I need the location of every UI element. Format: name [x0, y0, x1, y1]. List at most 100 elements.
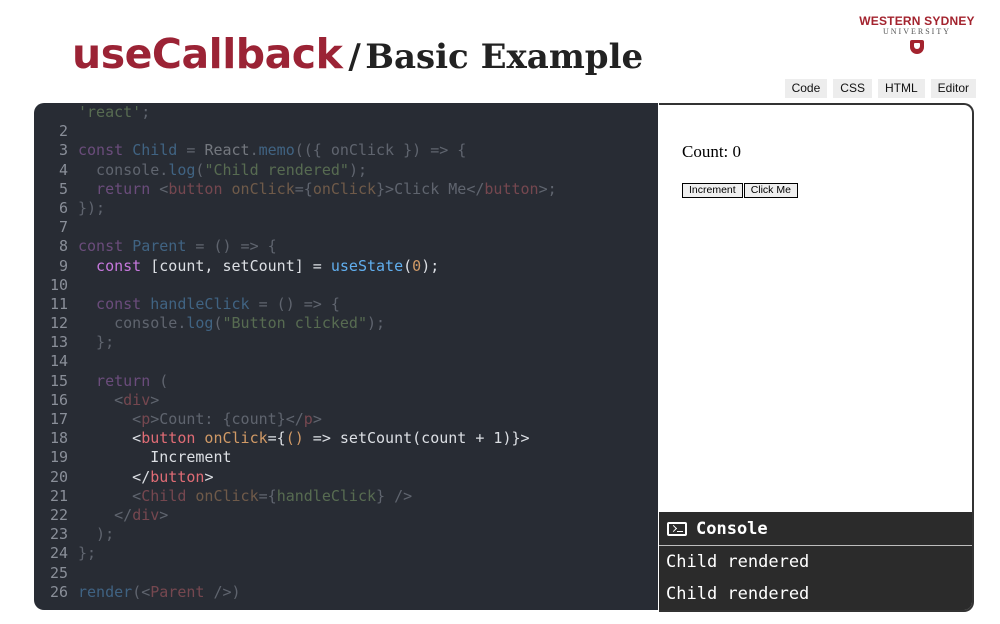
console-log-line: Child rendered — [666, 552, 810, 572]
line-number: 18 — [49, 429, 68, 448]
code-token: }>Click Me</ — [376, 179, 485, 198]
code-line: 26 render(<Parent />) — [34, 583, 557, 602]
preview-panel: Count: 0 Increment Click Me Console Chil… — [659, 103, 974, 612]
code-line: 19 Increment — [34, 448, 557, 467]
increment-button[interactable]: Increment — [682, 183, 743, 198]
tab-html[interactable]: HTML — [877, 79, 925, 98]
code-line: 12 console.log("Button clicked"); — [34, 314, 557, 333]
code-line: 22 </div> — [34, 506, 557, 525]
code-token: [count, setCount] = — [150, 256, 331, 275]
console-header: Console — [659, 512, 972, 546]
code-token: button — [484, 179, 539, 198]
line-number: 5 — [58, 179, 68, 198]
code-token: const — [78, 256, 151, 275]
code-lines: 'react'; 2 3 const Child = React.memo(({ on… — [34, 103, 557, 602]
code-token: Parent — [132, 237, 187, 256]
logo-line-2: UNIVERSITY — [883, 27, 951, 36]
code-token: = () => { — [249, 294, 340, 313]
code-token: log — [186, 314, 214, 333]
code-line: 11 const handleClick = () => { — [34, 295, 557, 314]
code-token: Increment — [78, 448, 232, 467]
code-token: p — [141, 410, 151, 428]
console-panel: Console Child rendered Child rendered — [659, 512, 972, 610]
code-token: ={ — [267, 429, 286, 448]
line-number: 17 — [49, 410, 68, 428]
code-token: > — [159, 505, 169, 524]
line-number: 26 — [49, 582, 68, 601]
line-number: 14 — [49, 352, 68, 371]
line-number: 23 — [49, 525, 68, 544]
code-token: log — [168, 160, 196, 179]
code-token: 0 — [412, 256, 422, 275]
code-token: ); — [78, 525, 115, 544]
code-token: onClick — [195, 429, 268, 448]
code-token: Parent — [150, 582, 205, 601]
code-line: 25 — [34, 564, 557, 583]
code-token: ( — [213, 314, 223, 333]
code-token: render — [78, 582, 133, 601]
line-number: 24 — [49, 544, 68, 563]
line-number: 21 — [49, 486, 68, 505]
code-line: 6}); — [34, 199, 557, 218]
tab-css[interactable]: CSS — [833, 79, 872, 98]
code-line: 23 ); — [34, 525, 557, 544]
line-number: 6 — [58, 198, 68, 217]
code-line: 4 console.log("Child rendered"); — [34, 161, 557, 180]
line-number: 7 — [58, 218, 68, 237]
tab-editor[interactable]: Editor — [930, 79, 976, 98]
code-line: 3 const Child = React.memo(({ onClick }) … — [34, 141, 557, 160]
university-logo: WESTERN SYDNEY UNIVERSITY — [856, 14, 978, 54]
code-token: . — [249, 141, 259, 160]
code-token: </ — [78, 467, 151, 486]
line-number: 4 — [58, 160, 68, 179]
code-token: = () => { — [186, 237, 277, 256]
console-title: Console — [696, 518, 768, 539]
code-token: ( — [403, 256, 413, 275]
code-token: memo — [258, 141, 295, 160]
title-hook-name: useCallback — [72, 30, 343, 78]
code-line: 10 — [34, 276, 557, 295]
code-token: }); — [78, 198, 106, 217]
line-number: 12 — [49, 314, 68, 333]
code-token: useState — [330, 256, 404, 275]
code-line: 2 — [34, 122, 557, 141]
code-token: React — [204, 141, 250, 160]
line-number: 3 — [58, 141, 68, 160]
code-token: >Count: {count}</ — [150, 410, 304, 428]
code-line: 21 <Child onClick={handleClick} /> — [34, 487, 557, 506]
code-token: < — [159, 179, 169, 198]
code-token: onClick — [186, 486, 259, 505]
code-token: < — [78, 390, 124, 409]
code-line: 20 </button> — [34, 468, 557, 487]
code-token: ); — [367, 314, 386, 333]
code-token: > — [150, 390, 160, 409]
line-number: 25 — [49, 563, 68, 582]
code-token: = — [177, 141, 205, 160]
code-token: onClick — [222, 179, 295, 198]
line-number: 8 — [58, 237, 68, 256]
code-token: }; — [78, 544, 97, 563]
code-token: 'react' — [78, 103, 142, 121]
code-line: 18 <button onClick={() => setCount(count… — [34, 429, 557, 448]
code-token: </ — [78, 505, 133, 524]
code-token: > — [204, 467, 214, 486]
line-number: 11 — [49, 294, 68, 313]
count-text: Count: 0 — [682, 142, 742, 161]
code-token: < — [78, 410, 142, 428]
line-number: 13 — [49, 333, 68, 352]
code-token: Child — [141, 486, 187, 505]
code-token: "Button clicked" — [222, 314, 368, 333]
code-token: => setCount(count + 1)}> — [303, 429, 530, 448]
tab-code[interactable]: Code — [784, 79, 828, 98]
code-token: (({ onClick }) => { — [294, 141, 467, 160]
code-token: return — [78, 179, 160, 198]
line-number: 15 — [49, 371, 68, 390]
code-line: 17 <p>Count: {count}</p> — [34, 410, 557, 429]
code-token: () — [285, 429, 304, 448]
code-token: return — [78, 371, 160, 390]
code-token: ={ — [294, 179, 313, 198]
code-line: 13 }; — [34, 333, 557, 352]
code-token: }; — [78, 333, 115, 352]
click-me-button[interactable]: Click Me — [743, 183, 798, 198]
code-editor[interactable]: 'react'; 2 3 const Child = React.memo(({ on… — [34, 103, 658, 610]
